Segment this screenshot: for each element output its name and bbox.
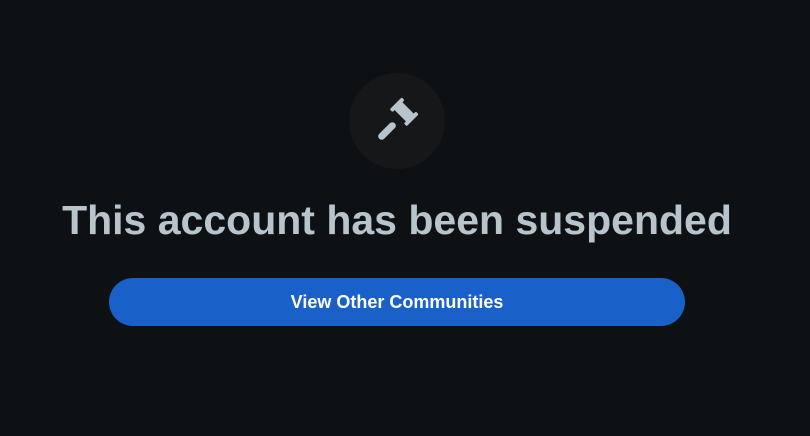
page-title: This account has been suspended <box>62 197 732 243</box>
suspended-account-page: This account has been suspended View Oth… <box>0 0 810 436</box>
gavel-icon-badge <box>349 73 445 169</box>
view-other-communities-button[interactable]: View Other Communities <box>109 278 685 326</box>
gavel-icon <box>378 97 419 140</box>
